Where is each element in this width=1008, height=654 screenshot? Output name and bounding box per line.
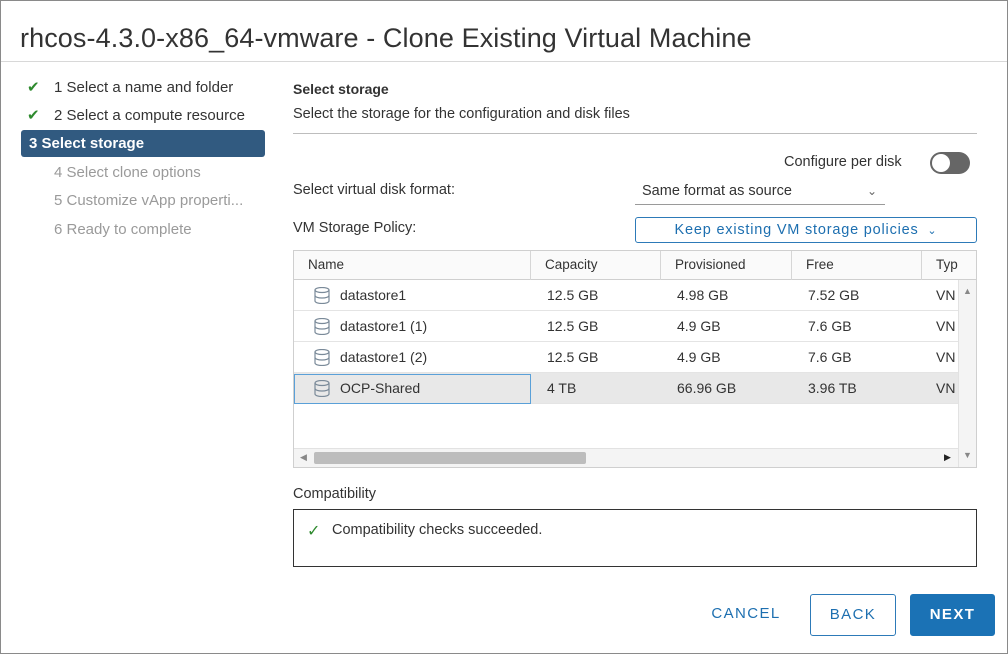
dialog-title: rhcos-4.3.0-x86_64-vmware - Clone Existi… — [20, 23, 752, 53]
capacity-cell: 12.5 GB — [547, 318, 599, 334]
grid-header: Name Capacity Provisioned Free Typ — [294, 251, 976, 280]
step-label: 5 Customize vApp properti... — [54, 192, 244, 209]
disk-format-label: Select virtual disk format: — [293, 182, 455, 198]
scroll-right-icon[interactable]: ▶ — [944, 452, 951, 463]
provisioned-cell: 4.9 GB — [677, 349, 721, 365]
table-row[interactable]: datastore1 12.5 GB 4.98 GB 7.52 GB VN — [294, 280, 958, 311]
compatibility-message: Compatibility checks succeeded. — [332, 522, 543, 538]
check-icon: ✔ — [27, 79, 40, 96]
horizontal-scroll-thumb[interactable] — [314, 452, 586, 464]
compatibility-box: ✓ Compatibility checks succeeded. — [293, 509, 977, 567]
section-subtitle: Select the storage for the configuration… — [293, 106, 630, 122]
free-cell: 7.52 GB — [808, 287, 860, 303]
dialog-frame: rhcos-4.3.0-x86_64-vmware - Clone Existi… — [0, 0, 1008, 654]
provisioned-cell: 4.9 GB — [677, 318, 721, 334]
free-cell: 7.6 GB — [808, 349, 852, 365]
step-label: 4 Select clone options — [54, 164, 201, 181]
type-cell: VN — [936, 349, 956, 365]
storage-policy-dropdown[interactable]: Keep existing VM storage policies ⌄ — [635, 217, 977, 243]
scroll-down-icon[interactable]: ▼ — [963, 450, 972, 460]
datastore-icon — [314, 349, 330, 366]
next-button[interactable]: NEXT — [910, 594, 995, 636]
type-cell: VN — [936, 380, 956, 396]
table-row-selected[interactable]: OCP-Shared 4 TB 66.96 GB 3.96 TB VN — [294, 373, 958, 404]
column-header-capacity[interactable]: Capacity — [531, 251, 661, 280]
datastore-name: datastore1 — [340, 287, 407, 303]
datastore-icon — [314, 380, 330, 397]
storage-policy-value: Keep existing VM storage policies — [674, 222, 919, 238]
datastore-icon — [314, 287, 330, 304]
cancel-button[interactable]: CANCEL — [702, 594, 790, 636]
datastore-name: datastore1 (2) — [340, 349, 428, 365]
step-label: 6 Ready to complete — [54, 221, 192, 238]
capacity-cell: 12.5 GB — [547, 349, 599, 365]
step-select-storage[interactable]: 3 Select storage — [21, 130, 265, 157]
provisioned-cell: 4.98 GB — [677, 287, 729, 303]
provisioned-cell: 66.96 GB — [677, 380, 737, 396]
free-cell: 3.96 TB — [808, 380, 857, 396]
datastore-name: datastore1 (1) — [340, 318, 428, 334]
datastore-icon — [314, 318, 330, 335]
column-header-type[interactable]: Typ — [922, 251, 976, 280]
compatibility-label: Compatibility — [293, 486, 376, 502]
type-cell: VN — [936, 287, 956, 303]
step-label: 2 Select a compute resource — [54, 107, 245, 124]
check-icon: ✔ — [27, 107, 40, 124]
chevron-down-icon: ⌄ — [866, 184, 877, 198]
datastore-grid: Name Capacity Provisioned Free Typ datas… — [293, 250, 977, 468]
step-label: 1 Select a name and folder — [54, 79, 234, 96]
column-header-free[interactable]: Free — [792, 251, 922, 280]
capacity-cell: 12.5 GB — [547, 287, 599, 303]
capacity-cell: 4 TB — [547, 380, 577, 396]
disk-format-select[interactable]: Same format as source ⌄ — [635, 179, 885, 205]
horizontal-scrollbar[interactable]: ◀ ▶ — [294, 448, 958, 467]
table-row[interactable]: datastore1 (1) 12.5 GB 4.9 GB 7.6 GB VN — [294, 311, 958, 342]
storage-policy-label: VM Storage Policy: — [293, 220, 417, 236]
type-cell: VN — [936, 318, 956, 334]
section-title: Select storage — [293, 81, 389, 97]
check-icon: ✓ — [307, 523, 321, 540]
datastore-name: OCP-Shared — [340, 380, 421, 396]
scroll-left-icon[interactable]: ◀ — [300, 452, 307, 463]
configure-per-disk-label: Configure per disk — [784, 154, 902, 170]
title-divider — [1, 61, 1007, 62]
chevron-down-icon: ⌄ — [927, 225, 938, 237]
configure-per-disk-toggle[interactable] — [930, 152, 970, 174]
step-label: 3 Select storage — [29, 135, 145, 152]
toggle-knob — [932, 154, 950, 172]
section-divider — [293, 133, 977, 134]
vertical-scrollbar[interactable]: ▲ ▼ — [958, 280, 976, 467]
column-header-provisioned[interactable]: Provisioned — [661, 251, 792, 280]
column-header-name[interactable]: Name — [294, 251, 531, 280]
table-row[interactable]: datastore1 (2) 12.5 GB 4.9 GB 7.6 GB VN — [294, 342, 958, 373]
back-button[interactable]: BACK — [810, 594, 896, 636]
free-cell: 7.6 GB — [808, 318, 852, 334]
disk-format-value: Same format as source — [642, 183, 792, 199]
scroll-up-icon[interactable]: ▲ — [963, 286, 972, 296]
